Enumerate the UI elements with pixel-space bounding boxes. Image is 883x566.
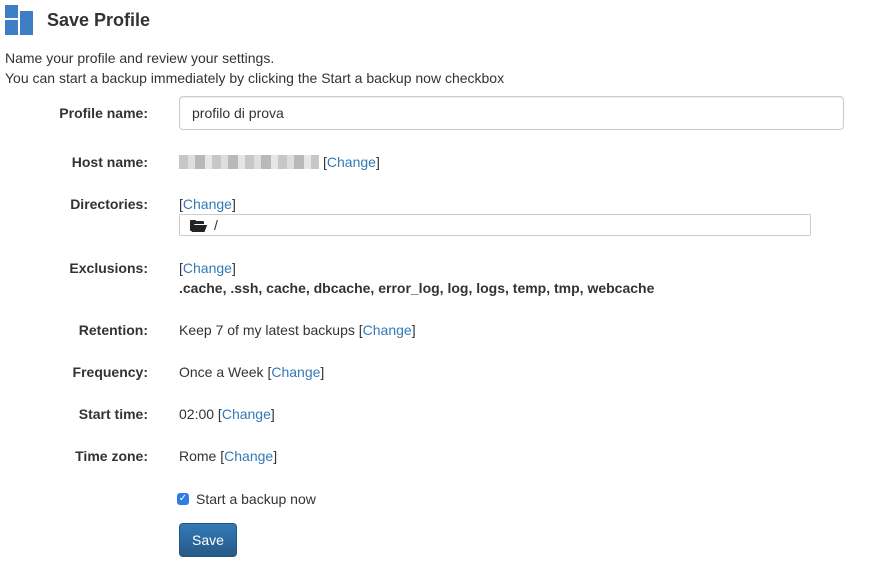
start-backup-now-option[interactable]: ✓ Start a backup now [177, 491, 316, 507]
intro-line-2: You can start a backup immediately by cl… [5, 70, 505, 86]
exclusions-change-link[interactable]: Change [183, 260, 232, 276]
host-name-label: Host name: [71, 154, 148, 170]
time-zone-row: Rome [Change] [179, 448, 278, 464]
frequency-label: Frequency: [72, 364, 148, 380]
exclusions-list: .cache, .ssh, cache, dbcache, error_log,… [179, 280, 655, 296]
save-button[interactable]: Save [179, 523, 237, 557]
directories-label: Directories: [70, 196, 148, 212]
exclusions-change-row: [Change] [179, 260, 236, 276]
retention-change-link[interactable]: Change [363, 322, 412, 338]
intro-text: Name your profile and review your settin… [5, 48, 504, 88]
app-logo-icon [5, 5, 35, 35]
page-title: Save Profile [47, 9, 151, 30]
directory-tree[interactable]: / [179, 214, 811, 236]
start-time-change-link[interactable]: Change [222, 406, 271, 422]
intro-line-1: Name your profile and review your settin… [5, 50, 275, 66]
start-time-value: 02:00 [179, 406, 215, 422]
host-name-row: [Change] [179, 154, 380, 170]
host-name-change-link[interactable]: Change [327, 154, 376, 170]
host-name-redacted [179, 155, 319, 169]
retention-row: Keep 7 of my latest backups [Change] [179, 322, 416, 338]
frequency-change-link[interactable]: Change [271, 364, 320, 380]
exclusions-label: Exclusions: [69, 260, 148, 276]
frequency-value: Once a Week [179, 364, 264, 380]
time-zone-change-link[interactable]: Change [224, 448, 273, 464]
retention-value: Keep 7 of my latest backups [179, 322, 355, 338]
directories-change-link[interactable]: Change [183, 196, 232, 212]
directory-path: / [214, 217, 218, 233]
start-time-row: 02:00 [Change] [179, 406, 275, 422]
retention-label: Retention: [78, 322, 148, 338]
folder-open-icon [190, 219, 208, 232]
start-backup-label[interactable]: Start a backup now [196, 491, 316, 507]
profile-name-input[interactable] [179, 96, 844, 130]
directories-change-row: [Change] [179, 196, 236, 212]
page-header: Save Profile [5, 4, 150, 36]
time-zone-value: Rome [179, 448, 217, 464]
start-time-label: Start time: [78, 406, 148, 422]
time-zone-label: Time zone: [75, 448, 148, 464]
profile-name-label: Profile name: [59, 105, 148, 121]
start-backup-checkbox[interactable]: ✓ [177, 493, 189, 505]
frequency-row: Once a Week [Change] [179, 364, 325, 380]
